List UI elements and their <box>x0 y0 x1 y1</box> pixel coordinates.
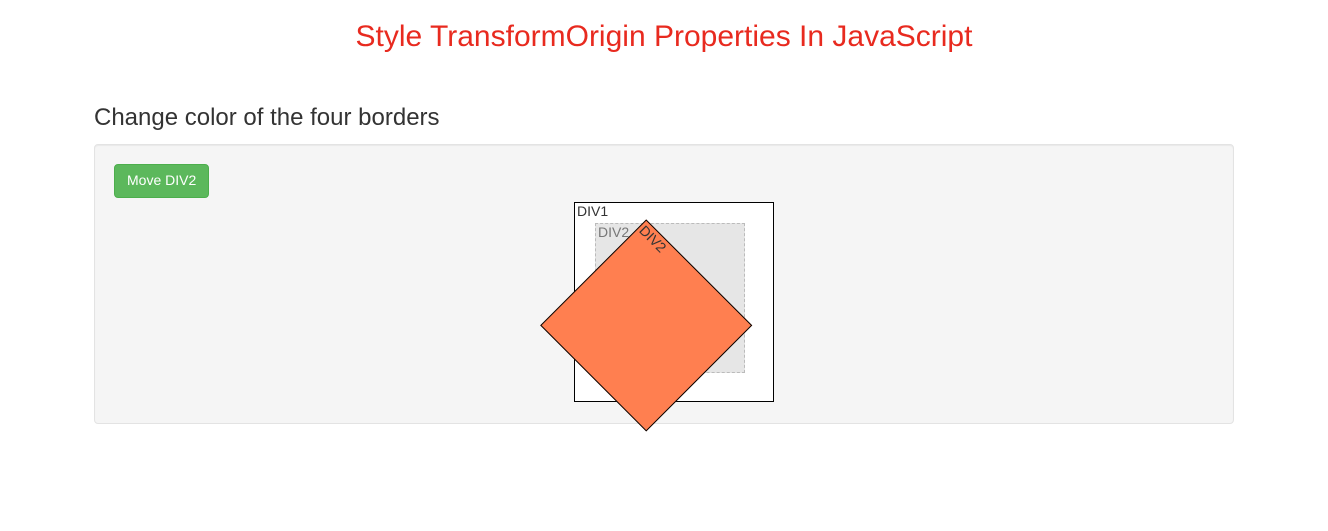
section-title: Change color of the four borders <box>94 104 1234 132</box>
div1-label: DIV1 <box>577 203 608 219</box>
div1-box: DIV1 DIV2 DIV2 <box>574 202 774 402</box>
page-title: Style TransformOrigin Properties In Java… <box>94 20 1234 64</box>
main-container: Style TransformOrigin Properties In Java… <box>79 20 1249 424</box>
demo-stage: DIV1 DIV2 DIV2 <box>574 202 1214 402</box>
div2-ghost-label: DIV2 <box>598 224 629 240</box>
demo-well: Move DIV2 DIV1 DIV2 DIV2 <box>94 144 1234 424</box>
move-div2-button[interactable]: Move DIV2 <box>114 164 209 198</box>
